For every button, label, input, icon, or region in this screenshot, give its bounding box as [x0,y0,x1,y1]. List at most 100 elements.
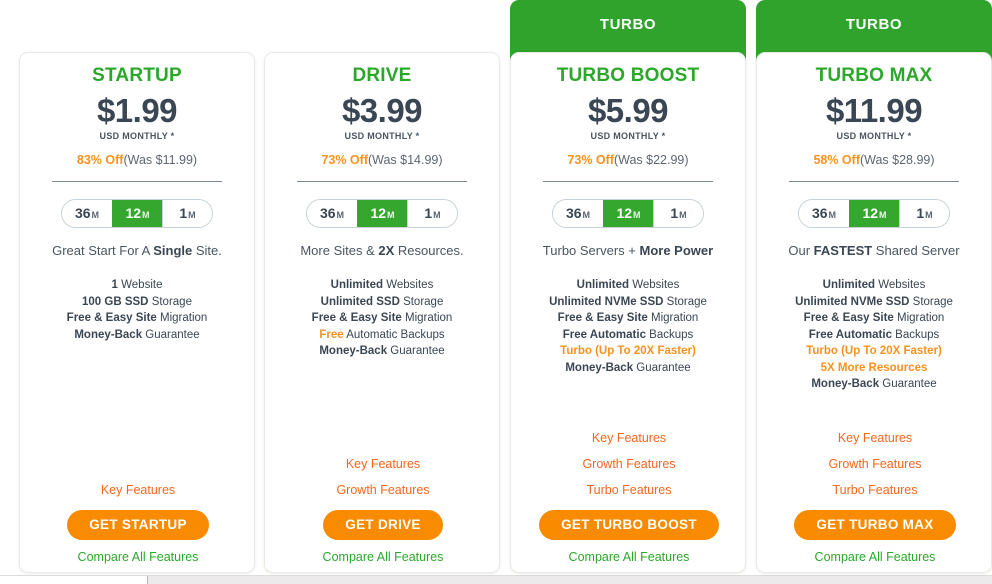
feature-text: Storage [148,295,192,308]
term-length-toggle[interactable]: 36 M 12 M 1 M [552,199,704,228]
plan-name: DRIVE [352,65,412,86]
pricing-card-slot: TURBO TURBO MAX $11.99 USD MONTHLY * 58% Off… [756,0,992,576]
feature-text: Migration [156,312,208,324]
tagline-suffix: Resources. [394,243,464,258]
feature-list: Unlimited Websites Unlimited NVMe SSD Sto… [521,277,735,376]
feature-list: Unlimited Websites Unlimited SSD Storage F… [275,277,489,360]
purchase-button[interactable]: GET TURBO MAX [794,510,956,540]
feature-emphasis: Free Automatic [562,328,646,341]
card-footer-links: Key Features Growth Features Turbo Feature… [511,425,747,566]
term-option-36m[interactable]: 36 M [799,200,849,227]
feature-emphasis: Free Automatic [808,328,892,341]
purchase-button[interactable]: GET DRIVE [323,510,443,540]
feature-text: Migration [647,312,699,324]
term-value: 36 [811,205,828,221]
feature-link-turbo-features[interactable]: Turbo Features [757,477,992,503]
plan-tagline: More Sites & 2X Resources. [275,242,489,260]
feature-emphasis: 100 GB SSD [82,295,149,308]
term-value: 36 [565,205,582,221]
plan-tagline: Our FASTEST Shared Server [767,242,981,260]
term-option-36m[interactable]: 36 M [553,200,603,227]
feature-item: Free Automatic Backups [521,327,735,344]
term-option-1m[interactable]: 1M [407,200,457,227]
feature-link-key-features[interactable]: Key Features [20,477,256,503]
feature-item: Free Automatic Backups [767,327,981,344]
feature-link-growth-features[interactable]: Growth Features [757,451,992,477]
feature-item: 100 GB SSD Storage [30,294,244,311]
term-option-1m[interactable]: 1M [899,200,949,227]
purchase-button[interactable]: GET TURBO BOOST [539,510,719,540]
feature-link-turbo-features[interactable]: Turbo Features [511,477,747,503]
plan-name: TURBO BOOST [556,65,700,86]
feature-emphasis: Turbo (Up To 20X Faster) [560,345,696,357]
term-value: 1 [916,205,925,221]
discount-line: 73% Off(Was $14.99) [275,152,489,169]
compare-all-features-link[interactable]: Compare All Features [20,549,256,566]
feature-item: Money-Back Guarantee [275,343,489,360]
feature-emphasis: Free & Easy Site [803,312,894,324]
pricing-card-body: DRIVE $3.99 USD MONTHLY * 73% Off(Was $14.9… [265,63,499,360]
discount-percent: 83% Off [76,153,124,167]
compare-all-features-link[interactable]: Compare All Features [511,549,747,566]
term-unit: M [336,210,345,220]
feature-link-growth-features[interactable]: Growth Features [511,451,747,477]
feature-link-key-features[interactable]: Key Features [757,425,992,451]
tagline-emphasis: Single [153,243,193,258]
pricing-cards-row: STARTUP $1.99 USD MONTHLY * 83% Off(Was $11… [0,0,992,576]
plan-price: $1.99 [96,92,178,129]
term-unit: M [433,210,441,220]
pricing-card: STARTUP $1.99 USD MONTHLY * 83% Off(Was $11… [19,52,255,573]
term-option-36m[interactable]: 36 M [62,200,112,227]
term-unit: M [387,210,395,220]
discount-percent: 73% Off [567,153,614,167]
term-option-1m[interactable]: 1M [162,200,212,227]
term-option-36m[interactable]: 36 M [307,200,357,227]
feature-list: Unlimited Websites Unlimited NVMe SSD Sto… [767,277,981,393]
term-value: 12 [862,205,879,221]
term-length-toggle[interactable]: 36 M 12 M 1 M [306,199,458,228]
term-unit: M [828,210,837,220]
tagline-suffix: Shared Server [872,243,960,258]
term-unit: M [142,210,150,220]
feature-text: Backups [645,328,694,341]
discount-line: 83% Off(Was $11.99) [30,152,244,169]
feature-emphasis: Unlimited NVMe SSD [549,295,664,308]
term-length-toggle[interactable]: 36 M 12 M 1 M [61,199,213,228]
feature-emphasis: Unlimited [576,279,630,291]
feature-link-key-features[interactable]: Key Features [265,451,501,477]
feature-link-key-features[interactable]: Key Features [511,425,747,451]
horizontal-scrollbar[interactable] [0,575,992,584]
feature-item: Money-Back Guarantee [30,327,244,344]
card-footer-links: Key Features Growth Features GET DRIVE Comp… [265,451,501,566]
divider [52,181,222,182]
compare-all-features-link[interactable]: Compare All Features [265,549,501,566]
feature-item: Unlimited Websites [521,277,735,294]
term-unit: M [925,210,933,220]
term-value: 1 [179,205,188,221]
term-option-12m[interactable]: 12 M [849,200,899,227]
feature-emphasis: Free & Easy Site [311,312,402,324]
feature-text: Websites [875,279,926,291]
horizontal-scrollbar-thumb[interactable] [0,576,148,584]
tagline-prefix: Great Start For A [52,243,154,258]
feature-item: Money-Back Guarantee [521,360,735,377]
pricing-card: DRIVE $3.99 USD MONTHLY * 73% Off(Was $14.9… [264,52,500,573]
tagline-prefix: Our [788,243,814,258]
term-value: 12 [616,205,633,221]
discount-line: 58% Off(Was $28.99) [767,152,981,169]
term-option-12m[interactable]: 12 M [603,200,653,227]
card-footer-links: Key Features Growth Features Turbo Feature… [757,425,992,566]
feature-link-growth-features[interactable]: Growth Features [265,477,501,503]
feature-emphasis: Turbo (Up To 20X Faster) [806,345,942,357]
feature-list: 1 Website 100 GB SSD Storage Free & Easy S… [30,277,244,343]
compare-all-features-link[interactable]: Compare All Features [757,549,992,566]
feature-emphasis: Free [319,328,344,341]
divider [789,181,959,182]
term-option-12m[interactable]: 12 M [112,200,162,227]
term-length-toggle[interactable]: 36 M 12 M 1 M [798,199,950,228]
feature-text: Storage [909,295,953,308]
pricing-card-body: TURBO BOOST $5.99 USD MONTHLY * 73% Off(Was… [511,63,745,376]
purchase-button[interactable]: GET STARTUP [67,510,209,540]
term-option-12m[interactable]: 12 M [357,200,407,227]
term-option-1m[interactable]: 1M [653,200,703,227]
